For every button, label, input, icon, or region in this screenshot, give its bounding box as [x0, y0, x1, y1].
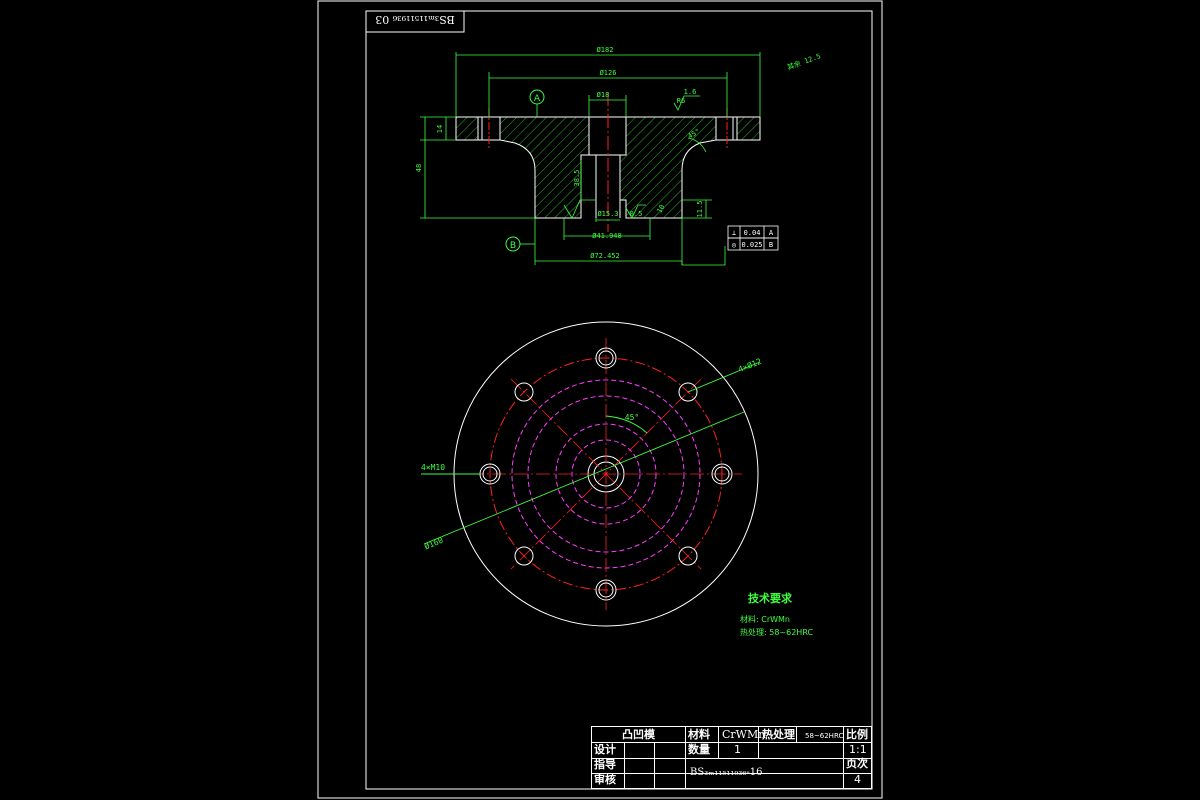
- roughness-note: 其余 12.5: [786, 51, 822, 71]
- tol-2-value: 0.025: [741, 241, 762, 249]
- tb-hline-2: [592, 758, 871, 759]
- flange-right-section: [736, 116, 761, 141]
- top-code: BS₃ₘ₁₁₅₁₁₉₃₆ 03: [375, 13, 455, 26]
- tech-req-title: 技术要求: [748, 591, 793, 605]
- outer-frame: [317, 0, 883, 799]
- tol-2-symbol: ◎: [732, 241, 737, 249]
- tb-vline-6: [796, 727, 797, 743]
- leader-pcd: [423, 411, 745, 545]
- tb-vline-3: [685, 727, 686, 788]
- tb-pages-value: 4: [854, 773, 861, 786]
- tb-review-label: 审核: [594, 773, 616, 786]
- label-pcd: Ø160: [423, 535, 445, 552]
- dim-overall-dia: Ø182: [597, 46, 614, 54]
- tb-guide-label: 指导: [594, 758, 616, 771]
- dim-shaft-len: 38.5: [573, 170, 581, 187]
- label-angle: 45°: [625, 413, 639, 422]
- dim-chamfer: 0.5: [630, 210, 643, 218]
- tech-req-heat: 热处理: 58~62HRC: [740, 627, 813, 637]
- tb-scale-value: 1:1: [849, 743, 867, 756]
- section-dimensions: [420, 52, 761, 266]
- tb-design-label: 设计: [594, 743, 616, 756]
- dim-step: 11.5: [696, 201, 704, 218]
- title-block: 凸凹模 材料 CrWMn 热处理 58~62HRC 比例 设计 数量 1 1:1…: [591, 726, 872, 789]
- tb-heat-value: 58~62HRC: [805, 732, 844, 740]
- dim-bore-mid: Ø41.948: [592, 232, 622, 240]
- tb-vline-1: [624, 743, 625, 788]
- tb-drawing-no: BS₃ₘ₁₁₅₁₁₉₃₆-16: [690, 767, 763, 778]
- tb-qty-value: 1: [734, 743, 741, 756]
- dim-fillet: R6: [677, 97, 685, 105]
- tol-1-value: 0.04: [744, 229, 761, 237]
- roughness-top: 1.6: [684, 88, 697, 96]
- tb-qty-label: 数量: [688, 743, 710, 756]
- tb-vline-2: [654, 743, 655, 788]
- tech-req-material: 材料: CrWMn: [740, 614, 790, 624]
- tb-scale-label: 比例: [846, 728, 868, 741]
- tol-1-datum: A: [769, 229, 774, 237]
- tol-2-datum: B: [769, 241, 773, 249]
- dim-step-dia: Ø126: [600, 69, 617, 77]
- body-left-section: [499, 116, 590, 219]
- tb-heat-label: 热处理: [762, 728, 795, 741]
- tb-material-value: CrWMn: [722, 728, 766, 741]
- tb-part-name: 凸凹模: [622, 728, 655, 741]
- tb-vline-4: [718, 727, 719, 758]
- datum-a-label: A: [534, 94, 541, 104]
- dim-flange-thk: 14: [436, 125, 444, 133]
- dim-shaft-dia: Ø72.452: [590, 252, 620, 260]
- label-holes-left: 4×M10: [421, 463, 445, 472]
- flange-left-section: [455, 116, 479, 141]
- dim-height: 48: [415, 164, 423, 172]
- datum-b-label: B: [510, 241, 516, 251]
- tb-material-label: 材料: [688, 728, 710, 741]
- drawing-sheet: BS₃ₘ₁₁₅₁₁₉₃₆ 03 A B Ø182 Ø126 Ø18 14 48 …: [317, 0, 883, 799]
- plan-view: 4×Ø12 4×M10 Ø160 45°: [421, 321, 763, 627]
- label-holes-top: 4×Ø12: [737, 356, 763, 374]
- tb-pages-label: 页次: [846, 757, 868, 770]
- dim-bore-top: Ø18: [597, 91, 610, 99]
- tol-1-symbol: ⊥: [732, 229, 736, 237]
- dim-bore-small: Ø15.3: [597, 210, 618, 218]
